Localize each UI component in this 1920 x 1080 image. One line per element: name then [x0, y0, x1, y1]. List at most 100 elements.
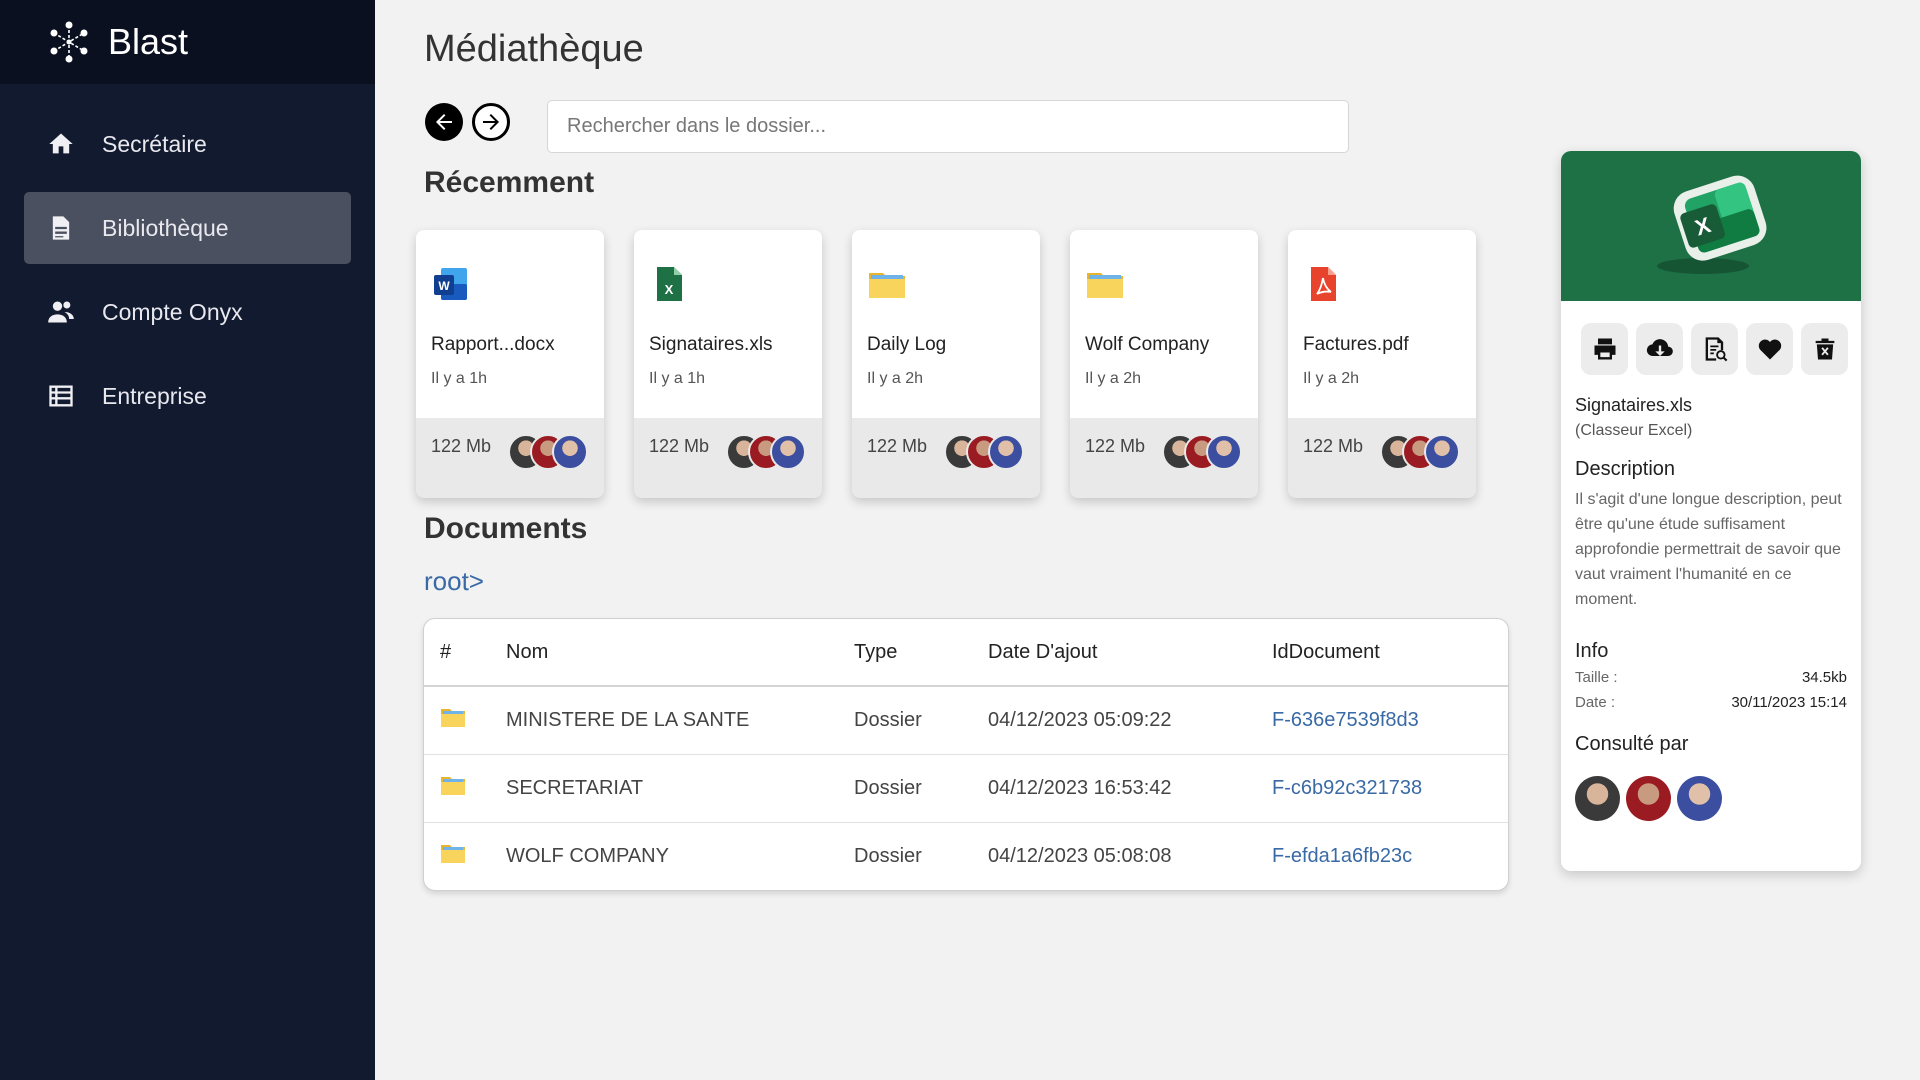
forward-button[interactable]	[472, 103, 510, 141]
users-icon	[46, 297, 76, 327]
table-row[interactable]: SECRETARIAT Dossier 04/12/2023 16:53:42 …	[424, 754, 1508, 823]
avatar	[1206, 434, 1242, 470]
row-name: MINISTERE DE LA SANTE	[506, 686, 854, 755]
file-actions	[1561, 301, 1861, 375]
home-icon	[46, 129, 76, 159]
breadcrumb[interactable]: root>	[424, 566, 484, 597]
recent-file-card[interactable]: W Rapport...docx Il y a 1h 122 Mb	[416, 230, 604, 498]
avatar[interactable]	[1575, 776, 1620, 821]
preview-button[interactable]	[1691, 323, 1738, 375]
file-size: 122 Mb	[1303, 436, 1364, 456]
document-icon	[46, 213, 76, 243]
recent-file-card[interactable]: Wolf Company Il y a 2h 122 Mb	[1070, 230, 1258, 498]
info-row-date: Date : 30/11/2023 15:14	[1575, 694, 1847, 719]
row-id-link[interactable]: F-efda1a6fb23c	[1272, 845, 1412, 867]
column-header-date[interactable]: Date D'ajout	[988, 619, 1272, 687]
file-name: Signataires.xls	[649, 334, 773, 355]
column-header-id[interactable]: IdDocument	[1272, 619, 1508, 687]
arrow-right-icon	[483, 114, 499, 130]
recent-title: Récemment	[424, 166, 595, 199]
file-size: 122 Mb	[1085, 436, 1146, 456]
sidebar-item-entreprise[interactable]: Entreprise	[24, 360, 351, 432]
row-id-link[interactable]: F-636e7539f8d3	[1272, 709, 1419, 731]
column-header-type[interactable]: Type	[854, 619, 988, 687]
documents-table: # Nom Type Date D'ajout IdDocument MINIS…	[423, 618, 1509, 891]
description-text: Il s'agit d'une longue description, peut…	[1575, 491, 1842, 608]
download-button[interactable]	[1636, 323, 1683, 375]
row-date: 04/12/2023 16:53:42	[988, 754, 1272, 823]
sidebar-nav: Secrétaire Bibliothèque Compte Onyx Entr…	[0, 84, 375, 432]
info-value: 34.5kb	[1801, 669, 1847, 686]
info-key: Date :	[1575, 694, 1616, 711]
row-name: WOLF COMPANY	[506, 844, 669, 867]
column-header-number[interactable]: #	[424, 619, 506, 687]
sidebar-item-label: Secrétaire	[102, 130, 207, 157]
preview-icon	[1705, 337, 1727, 362]
print-button[interactable]	[1581, 323, 1628, 375]
folder-icon	[440, 777, 466, 801]
file-details-panel: X Signataires.xls (Classeur Excel) Descr…	[1561, 151, 1861, 871]
row-id-link[interactable]: F-c6b92c321738	[1272, 777, 1422, 799]
viewer-avatars	[1162, 434, 1242, 470]
info-value: 30/11/2023 15:14	[1731, 694, 1847, 711]
recent-files: W Rapport...docx Il y a 1h 122 Mb X Sign…	[416, 230, 1476, 498]
avatar[interactable]	[1626, 776, 1671, 821]
folder-icon	[1085, 264, 1125, 304]
file-time: Il y a 1h	[431, 370, 488, 387]
info-list: Taille : 34.5kb Date : 30/11/2023 15:14	[1575, 669, 1847, 719]
folder-icon	[440, 845, 466, 869]
viewer-avatars	[944, 434, 1024, 470]
file-time: Il y a 2h	[1303, 370, 1360, 387]
avatar[interactable]	[1677, 776, 1722, 821]
column-header-name[interactable]: Nom	[506, 619, 854, 687]
favorite-button[interactable]	[1746, 323, 1793, 375]
file-preview: X	[1561, 151, 1861, 301]
description-title: Description	[1575, 458, 1676, 480]
recent-file-card[interactable]: Daily Log Il y a 2h 122 Mb	[852, 230, 1040, 498]
row-name: SECRETARIAT	[506, 754, 854, 823]
panel-file-type: (Classeur Excel)	[1575, 422, 1693, 439]
sidebar-item-label: Compte Onyx	[102, 298, 243, 325]
table-icon	[46, 381, 76, 411]
arrow-left-icon	[436, 114, 452, 130]
sidebar-item-secretaire[interactable]: Secrétaire	[24, 108, 351, 180]
search-input[interactable]	[547, 100, 1349, 153]
back-button[interactable]	[425, 103, 463, 141]
table-row[interactable]: WOLF COMPANY Dossier 04/12/2023 05:08:08…	[424, 822, 1508, 890]
folder-icon	[440, 709, 466, 733]
row-type: Dossier	[854, 754, 988, 823]
consulted-avatars	[1575, 776, 1861, 821]
file-time: Il y a 2h	[1085, 370, 1142, 387]
file-name: Daily Log	[867, 334, 947, 355]
avatar	[1424, 434, 1460, 470]
blast-logo-icon	[50, 21, 88, 63]
sidebar: Blast Secrétaire Bibliothèque Compte Ony…	[0, 0, 375, 1080]
avatar	[770, 434, 806, 470]
row-date: 04/12/2023 05:09:22	[988, 686, 1272, 755]
row-type: Dossier	[854, 844, 922, 867]
file-size: 122 Mb	[649, 436, 710, 456]
delete-button[interactable]	[1801, 323, 1848, 375]
avatar	[988, 434, 1024, 470]
viewer-avatars	[726, 434, 806, 470]
viewer-avatars	[508, 434, 588, 470]
table-header-row: # Nom Type Date D'ajout IdDocument	[424, 619, 1508, 687]
documents-title: Documents	[424, 512, 588, 545]
delete-icon	[1815, 338, 1834, 360]
excel-3d-icon: X	[1657, 175, 1767, 274]
row-type: Dossier	[854, 686, 988, 755]
recent-file-card[interactable]: X Signataires.xls Il y a 1h 122 Mb	[634, 230, 822, 498]
info-title: Info	[1575, 640, 1609, 662]
table-row[interactable]: MINISTERE DE LA SANTE Dossier 04/12/2023…	[424, 686, 1508, 755]
info-row-size: Taille : 34.5kb	[1575, 669, 1847, 694]
print-icon	[1594, 338, 1615, 360]
heart-icon	[1758, 339, 1781, 360]
recent-file-card[interactable]: Factures.pdf Il y a 2h 122 Mb	[1288, 230, 1476, 498]
sidebar-item-compte-onyx[interactable]: Compte Onyx	[24, 276, 351, 348]
sidebar-item-bibliotheque[interactable]: Bibliothèque	[24, 192, 351, 264]
brand[interactable]: Blast	[0, 0, 375, 84]
file-time: Il y a 2h	[867, 370, 924, 387]
brand-name: Blast	[108, 21, 189, 62]
avatar	[552, 434, 588, 470]
sidebar-item-label: Bibliothèque	[102, 214, 229, 241]
